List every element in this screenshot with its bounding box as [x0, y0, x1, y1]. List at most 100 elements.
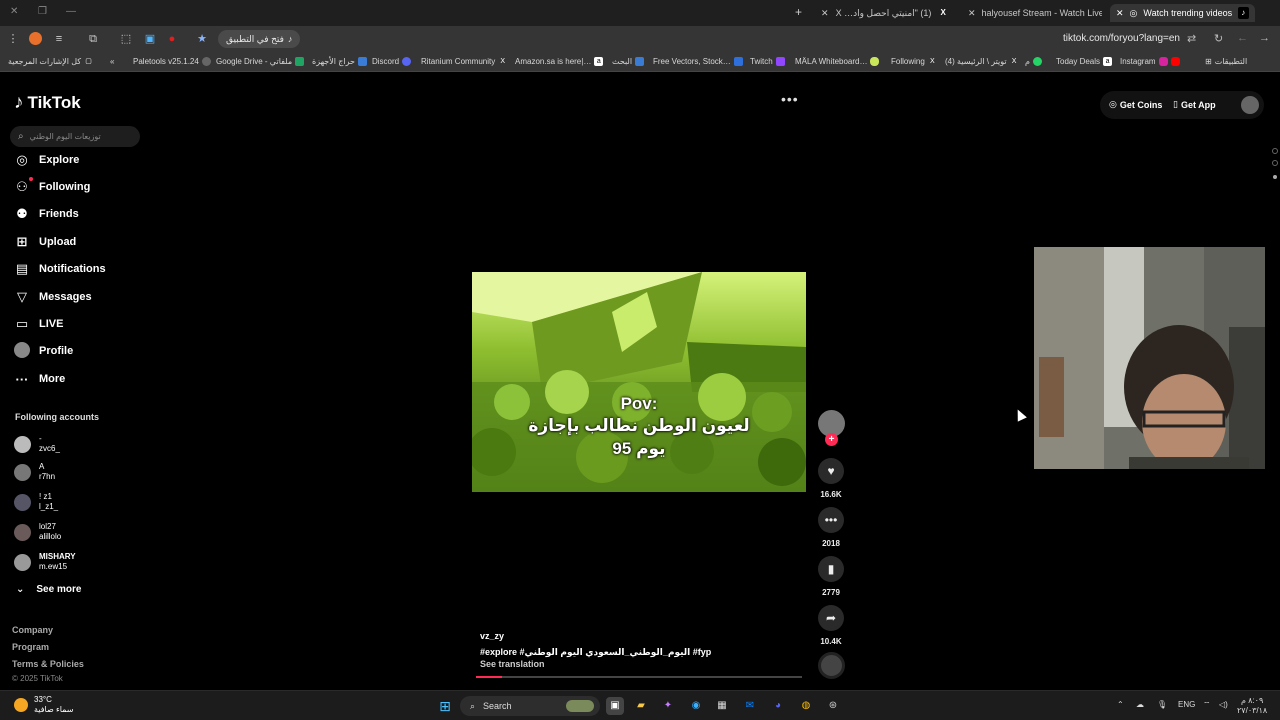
bookmark-haraj[interactable]: حراج الأجهزة [312, 57, 367, 66]
nav-friends[interactable]: ⚉ Friends [14, 204, 79, 224]
close-tab-icon[interactable]: ✕ [1116, 8, 1124, 19]
bookmark-twitter-home[interactable]: (4) تويتر \ الرئيسية X [945, 57, 1019, 66]
wifi-icon[interactable]: ⌔ [1203, 700, 1211, 710]
close-tab-icon[interactable]: ✕ [968, 8, 976, 19]
get-app-button[interactable]: ▯ Get App [1173, 99, 1216, 110]
user-avatar[interactable] [1241, 96, 1259, 114]
bookmark-amazon[interactable]: Amazon.sa is here|… a [515, 57, 604, 66]
bookmark-label: Paletools v25.1.24 [133, 57, 199, 66]
forward-icon[interactable]: ← [1237, 32, 1248, 44]
back-icon[interactable]: → [1259, 32, 1270, 44]
bookmark-today-deals[interactable]: Today Deals a [1056, 57, 1113, 66]
screenshot-icon[interactable]: ⧉ [86, 32, 100, 46]
bookmark-ritanium[interactable]: Ritanium Community X [421, 57, 507, 66]
bookmark-paletools[interactable]: Paletools v25.1.24 [133, 57, 211, 66]
bookmark-mala[interactable]: MÄLA Whiteboard… [795, 57, 880, 66]
bookmark-instagram[interactable]: Instagram [1120, 57, 1180, 66]
volume-icon[interactable]: ◁) [1219, 700, 1228, 709]
bookmark-freevectors[interactable]: Free Vectors, Stock… [653, 57, 743, 66]
system-clock[interactable]: ٨:٠٩ م ٢٧/٠٣/١٨ [1237, 696, 1267, 716]
weather-widget[interactable]: 33°C سماء صافية [14, 695, 74, 715]
restore-window-icon[interactable]: ❐ [38, 6, 47, 17]
bookmark-whatsapp[interactable]: م [1025, 57, 1042, 66]
nav-more[interactable]: ··· More [14, 369, 66, 389]
windows-start-icon[interactable]: ⊞ [436, 697, 454, 715]
nav-live[interactable]: ▭ LIVE [14, 314, 64, 334]
tab-kick[interactable]: ✕ halyousef Stream - Watch Live K [962, 4, 1102, 22]
new-tab-icon[interactable]: + [795, 5, 802, 19]
language-indicator[interactable]: ENG [1178, 700, 1195, 709]
app-icon[interactable]: ⊛ [824, 697, 842, 715]
menu-kebab-icon[interactable]: ⋮ [6, 32, 20, 46]
extension-icon[interactable]: ≡ [52, 32, 66, 46]
extension-icon[interactable]: ● [165, 32, 179, 46]
close-tab-icon[interactable]: ✕ [821, 8, 829, 19]
address-bar-url[interactable]: tiktok.com/foryou?lang=en [1063, 33, 1180, 44]
followed-account[interactable]: MISHARY m.ew15 [14, 552, 76, 572]
nav-messages[interactable]: ▽ Messages [14, 287, 92, 307]
discord-icon[interactable]: ◕ [769, 697, 787, 715]
edge-icon[interactable]: ◉ [687, 697, 705, 715]
close-window-icon[interactable]: ✕ [10, 6, 18, 17]
bookmark-twitch[interactable]: Twitch [750, 57, 785, 66]
scrollbar[interactable] [1270, 140, 1280, 690]
nav-notifications[interactable]: ▤ Notifications [14, 259, 106, 279]
open-in-app-button[interactable]: فتح في التطبيق ♪ [218, 30, 301, 48]
clock-time: ٨:٠٩ م [1240, 696, 1264, 705]
share-button[interactable]: ➦ 10.4K [818, 605, 844, 646]
video-progress-bar[interactable] [476, 676, 802, 678]
bookmark-label: Twitch [750, 57, 773, 66]
store-icon[interactable]: ▦ [713, 697, 731, 715]
video-hashtags[interactable]: #explore #اليوم_الوطني_السعودي اليوم الو… [480, 647, 711, 658]
followed-account[interactable]: - zvc6_ [14, 434, 60, 454]
search-input[interactable]: ⌕ توزيعات اليوم الوطني [10, 126, 140, 147]
footer-program-link[interactable]: Program [12, 642, 49, 652]
more-options-icon[interactable]: ••• [781, 91, 799, 107]
tab-x[interactable]: ✕ (1) "امنيتي احصل واد… on X عزوز X [815, 4, 955, 22]
nav-upload[interactable]: ⊞ Upload [14, 232, 77, 252]
save-button[interactable]: ▮ 2779 [818, 556, 844, 597]
followed-account[interactable]: ! z1 l_z1_ [14, 492, 58, 512]
see-translation-link[interactable]: See translation [480, 659, 545, 669]
copilot-icon[interactable]: ✦ [659, 697, 677, 715]
comment-button[interactable]: ••• 2018 [818, 507, 844, 548]
nav-profile[interactable]: Profile [14, 341, 73, 361]
video-player[interactable]: Pov: لعيون الوطن نطالب بإجازة 95 يوم [472, 272, 806, 492]
followed-account[interactable]: lol27 alillolo [14, 522, 61, 542]
site-settings-icon[interactable]: ⇄ [1187, 32, 1196, 45]
bookmark-all[interactable]: كل الإشارات المرجعية ▢ [8, 57, 93, 66]
bookmark-google-drive[interactable]: Google Drive - ملفاتي [216, 57, 305, 66]
follow-plus-icon[interactable]: + [825, 433, 838, 446]
outlook-icon[interactable]: ✉ [741, 697, 759, 715]
onedrive-icon[interactable]: ☁ [1136, 700, 1144, 709]
footer-company-link[interactable]: Company [12, 625, 53, 635]
microphone-icon[interactable]: 🎙 [1157, 700, 1167, 709]
chrome-icon[interactable]: ◍ [797, 697, 815, 715]
extensions-puzzle-icon[interactable]: ⬚ [119, 32, 133, 46]
video-username[interactable]: vz_zy [480, 631, 504, 641]
reload-icon[interactable]: ↻ [1214, 32, 1223, 45]
extension-icon[interactable]: ▣ [143, 32, 157, 46]
bookmark-discord[interactable]: Discord [372, 57, 412, 66]
like-button[interactable]: ♥ 16.6K [818, 458, 844, 499]
get-coins-button[interactable]: ◎ Get Coins [1109, 99, 1162, 110]
tiktok-logo[interactable]: ♪ TikTok [14, 92, 81, 114]
bookmark-search[interactable]: البحث [612, 57, 645, 66]
extension-icon[interactable] [29, 32, 42, 45]
see-more-button[interactable]: ⌄ See more [16, 584, 81, 595]
file-explorer-icon[interactable]: ▰ [632, 697, 650, 715]
show-hidden-icons[interactable]: ⌃ [1117, 700, 1124, 709]
nav-following[interactable]: ⚇ Following [14, 177, 90, 197]
followed-account[interactable]: Ar7hn [14, 462, 55, 482]
bookmark-star-icon[interactable]: ★ [195, 32, 209, 46]
task-view-icon[interactable]: ▣ [606, 697, 624, 715]
bookmark-apps[interactable]: ⊞ التطبيقات [1205, 57, 1247, 66]
bookmark-overflow-icon[interactable]: « [110, 57, 114, 66]
tab-tiktok[interactable]: ✕ ◎ Watch trending videos for y… ♪ [1110, 4, 1255, 22]
bookmark-following[interactable]: Following X [891, 57, 937, 66]
footer-terms-link[interactable]: Terms & Policies [12, 659, 84, 669]
taskbar-search[interactable]: ⌕ Search [460, 696, 600, 716]
nav-explore[interactable]: ◎ Explore [14, 150, 79, 170]
music-disc-icon[interactable] [818, 652, 845, 679]
minimize-window-icon[interactable]: — [66, 6, 76, 17]
